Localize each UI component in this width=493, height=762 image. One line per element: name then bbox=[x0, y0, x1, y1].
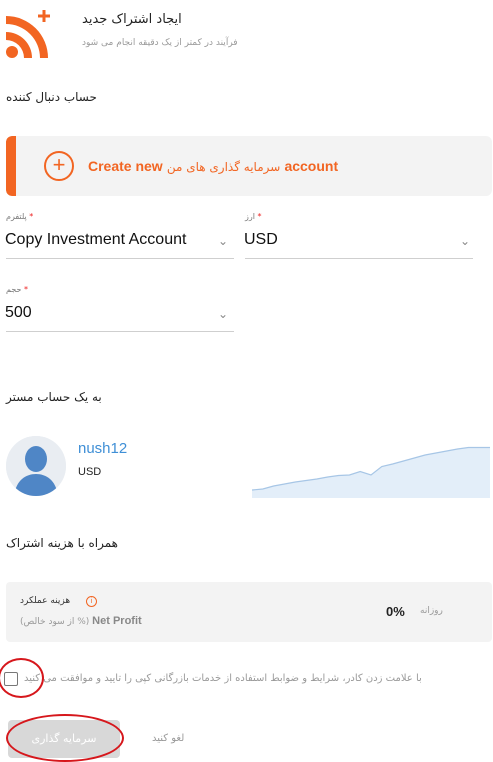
create-new-suffix: account bbox=[284, 158, 339, 174]
platform-label: پلتفرم * bbox=[6, 212, 33, 221]
currency-label: ارز * bbox=[245, 212, 262, 221]
sparkline-area bbox=[252, 447, 490, 498]
plus-circle-icon: + bbox=[44, 151, 74, 181]
master-account-name[interactable]: nush12 bbox=[78, 440, 127, 457]
follower-account-heading: حساب دنبال کننده bbox=[6, 90, 97, 104]
master-account-currency: USD bbox=[78, 466, 102, 478]
required-mark: * bbox=[257, 212, 262, 221]
info-icon[interactable]: i bbox=[86, 596, 97, 607]
agreement-text: با علامت زدن کادر، شرایط و ضوابط استفاده… bbox=[24, 673, 422, 684]
fee-sub-net-profit: Net Profit bbox=[92, 615, 142, 627]
page-title: ایجاد اشتراک جدید bbox=[82, 12, 182, 27]
create-new-prefix: Create new bbox=[88, 158, 163, 174]
volume-label: حجم * bbox=[6, 285, 28, 294]
master-performance-sparkline bbox=[252, 446, 490, 498]
volume-label-text: حجم bbox=[6, 285, 22, 294]
required-mark: * bbox=[29, 212, 34, 221]
highlight-circle-checkbox bbox=[0, 658, 44, 698]
cancel-button[interactable]: لغو کنید bbox=[152, 733, 184, 744]
currency-label-text: ارز bbox=[245, 212, 255, 221]
accent-stripe bbox=[6, 136, 16, 196]
performance-fee-description: (از سود خالص %) Net Profit bbox=[20, 615, 142, 627]
platform-select[interactable]: Copy Investment Account bbox=[5, 231, 186, 249]
create-new-persian: سرمایه گذاری های من bbox=[166, 160, 281, 174]
required-mark: * bbox=[23, 285, 28, 294]
performance-fee-period: روزانه bbox=[420, 606, 443, 616]
page-subtitle: فرآیند در کمتر از یک دقیقه انجام می شود bbox=[82, 38, 238, 48]
volume-select[interactable]: 500 bbox=[5, 304, 32, 322]
chevron-down-icon[interactable]: ⌄ bbox=[218, 307, 228, 321]
avatar bbox=[6, 436, 66, 496]
performance-fee-title: هزینه عملکرد bbox=[20, 596, 71, 606]
create-new-account-button[interactable]: + Create new سرمایه گذاری های من account bbox=[6, 136, 492, 196]
platform-underline bbox=[6, 258, 234, 259]
subscription-fee-heading: همراه با هزینه اشتراک bbox=[6, 536, 118, 550]
performance-fee-card: هزینه عملکرد i (از سود خالص %) Net Profi… bbox=[6, 582, 492, 642]
fee-sub-prefix: (از سود خالص %) bbox=[20, 617, 90, 627]
master-account-heading: به یک حساب مستر bbox=[6, 390, 102, 404]
platform-label-text: پلتفرم bbox=[6, 212, 27, 221]
create-new-account-label: Create new سرمایه گذاری های من account bbox=[88, 158, 338, 175]
currency-select[interactable]: USD bbox=[244, 231, 278, 249]
chevron-down-icon[interactable]: ⌄ bbox=[460, 234, 470, 248]
chevron-down-icon[interactable]: ⌄ bbox=[218, 234, 228, 248]
rss-plus-icon bbox=[6, 10, 50, 58]
highlight-circle-invest bbox=[6, 714, 124, 762]
currency-underline bbox=[245, 258, 473, 259]
performance-fee-percent: 0% bbox=[386, 604, 405, 619]
volume-underline bbox=[6, 331, 234, 332]
